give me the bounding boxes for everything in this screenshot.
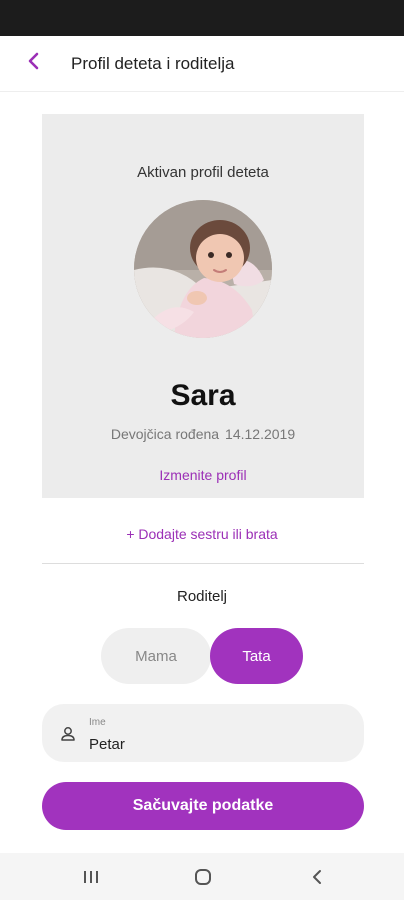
recent-apps-icon[interactable]	[76, 863, 106, 891]
edit-profile-link[interactable]: Izmenite profil	[42, 467, 364, 483]
back-button[interactable]	[14, 36, 54, 92]
parent-section-label: Roditelj	[176, 588, 228, 605]
app-header: Profil deteta i roditelja	[0, 36, 404, 92]
parent-option-tata[interactable]: Tata	[210, 628, 303, 684]
child-description: Devojčica rođena	[110, 426, 220, 442]
system-navigation-bar	[0, 853, 404, 900]
parent-option-mama[interactable]: Mama	[101, 628, 211, 684]
home-icon[interactable]	[188, 863, 218, 891]
name-field-value[interactable]: Petar	[89, 736, 125, 753]
back-icon[interactable]	[302, 863, 332, 891]
child-birth-info: Devojčica rođena 14.12.2019	[42, 426, 364, 442]
child-name: Sara	[170, 379, 236, 412]
active-child-profile-card: Aktivan profil deteta Sara Devojčica rođ…	[42, 114, 364, 498]
parent-toggle: Mama Tata	[101, 628, 303, 684]
page-content: Aktivan profil deteta Sara Devojčica rođ…	[0, 92, 404, 853]
birth-date: 14.12.2019	[225, 426, 296, 442]
card-heading: Aktivan profil deteta	[137, 164, 269, 181]
page-title: Profil deteta i roditelja	[71, 53, 235, 73]
chevron-left-icon	[27, 52, 41, 75]
save-data-button[interactable]: Sačuvajte podatke	[42, 782, 364, 830]
parent-name-field[interactable]: Ime Petar	[42, 704, 364, 762]
child-avatar	[134, 200, 272, 338]
name-field-label: Ime	[89, 717, 106, 728]
person-icon	[60, 726, 76, 747]
add-sibling-link[interactable]: + Dodajte sestru ili brata	[0, 526, 404, 542]
divider	[42, 563, 364, 564]
status-bar	[0, 0, 404, 36]
